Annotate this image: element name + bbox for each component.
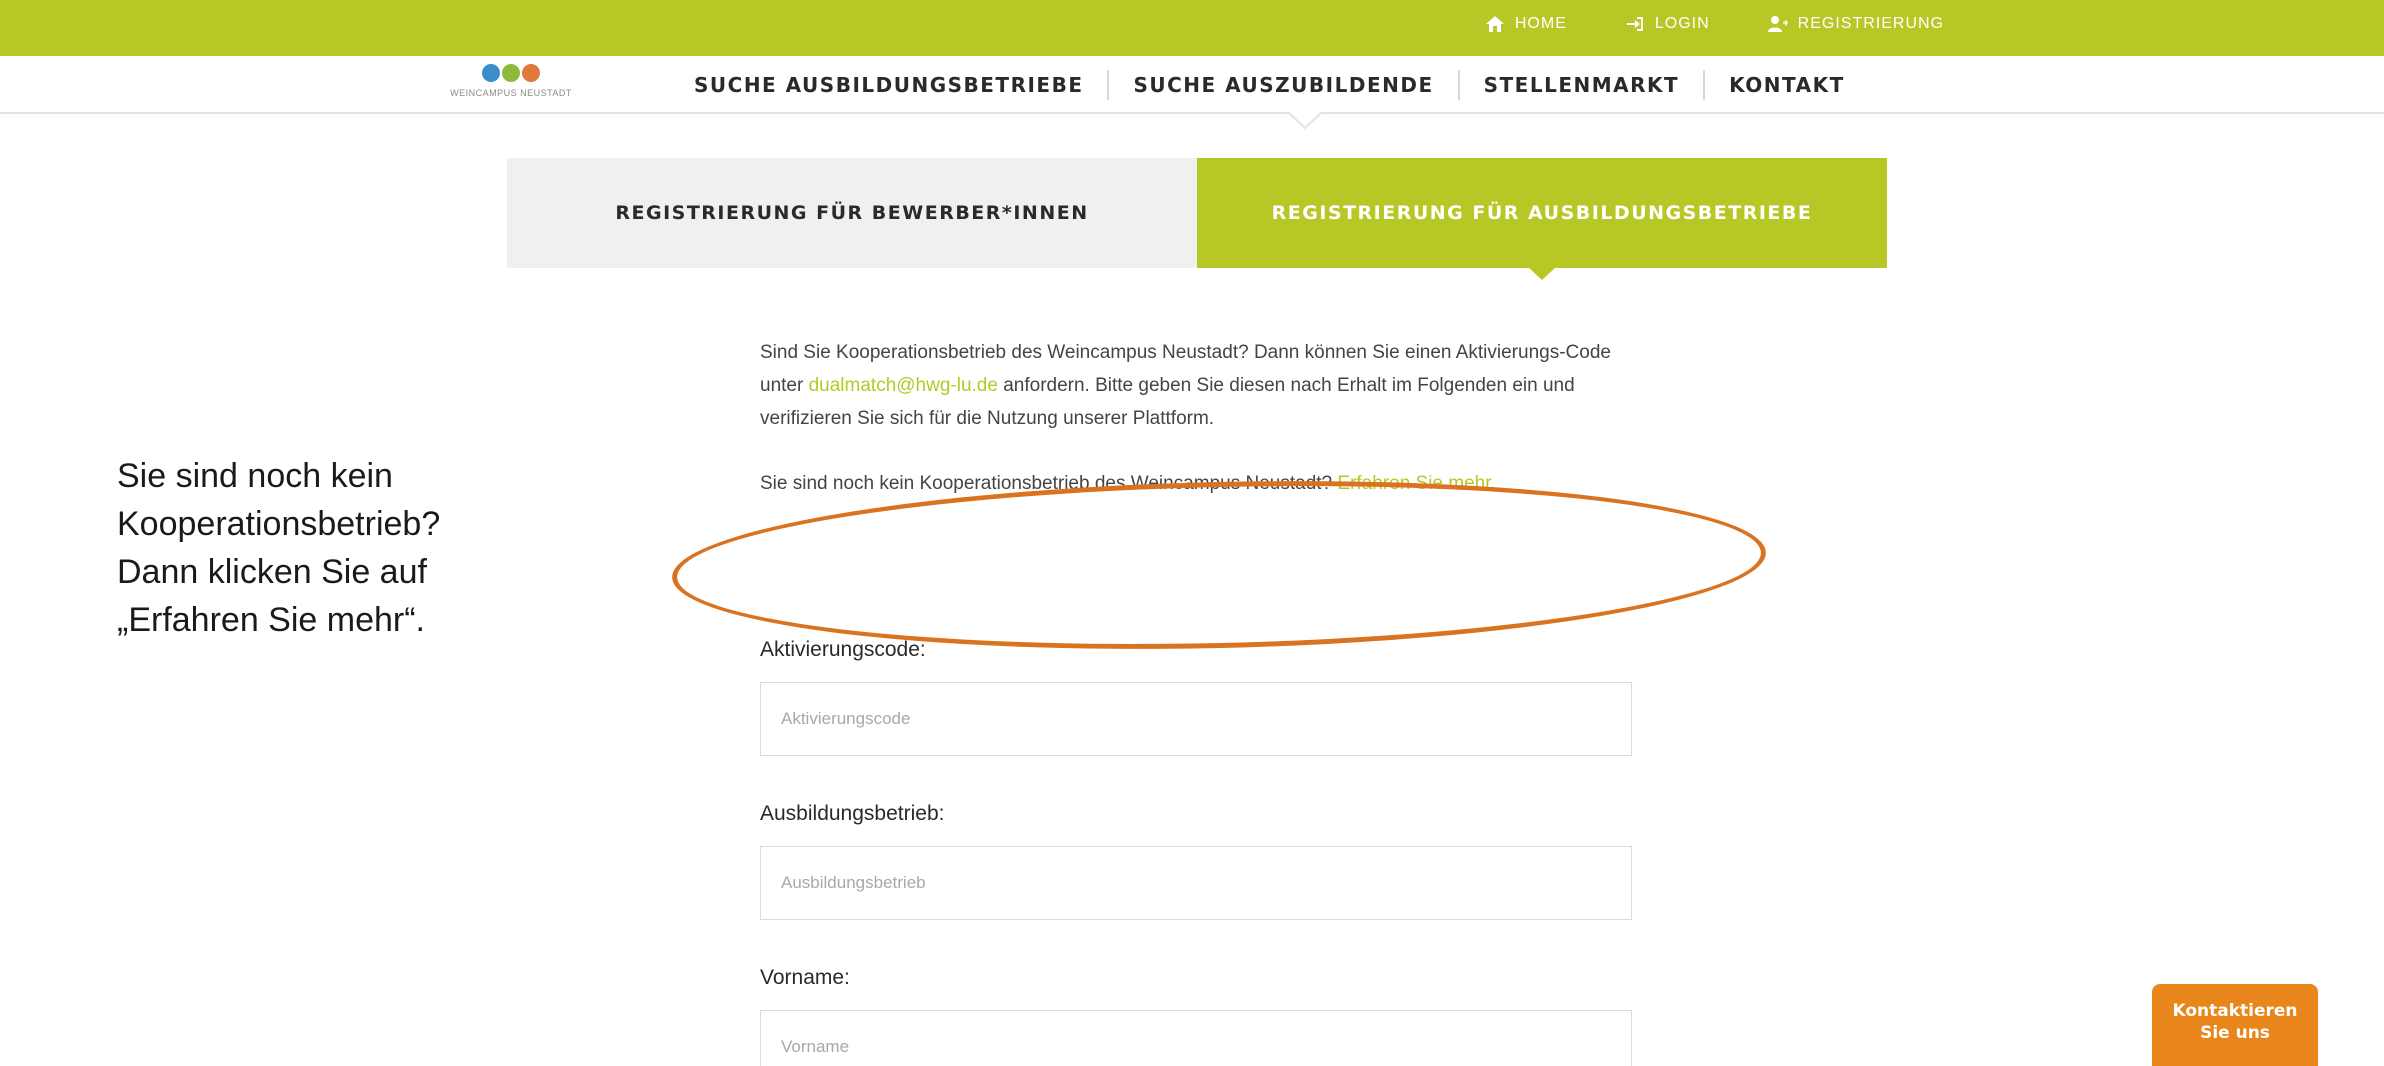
activation-code-label: Aktivierungscode: xyxy=(760,638,926,661)
login-link[interactable]: LOGIN xyxy=(1625,14,1710,34)
learn-more-link[interactable]: Erfahren Sie mehr. xyxy=(1337,473,1495,494)
main-header: WEINCAMPUS NEUSTADT SUCHE AUSBILDUNGSBET… xyxy=(0,56,2384,114)
intro-content: Sind Sie Kooperationsbetrieb des Weincam… xyxy=(760,336,1640,500)
firstname-input[interactable] xyxy=(760,1010,1632,1066)
logo-circle-blue xyxy=(482,64,500,82)
annotation-line-3: Dann klicken Sie auf xyxy=(117,553,427,591)
activation-code-input[interactable] xyxy=(760,682,1632,756)
company-label: Ausbildungsbetrieb: xyxy=(760,802,945,825)
company-field: Ausbildungsbetrieb: xyxy=(760,802,1632,920)
email-link[interactable]: dualmatch@hwg-lu.de xyxy=(809,375,998,396)
register-link[interactable]: REGISTRIERUNG xyxy=(1767,14,1944,34)
annotation-line-2: Kooperationsbetrieb? xyxy=(117,505,441,543)
registration-tabs: REGISTRIERUNG FÜR BEWERBER*INNEN REGISTR… xyxy=(507,158,1887,280)
tab-companies[interactable]: REGISTRIERUNG FÜR AUSBILDUNGSBETRIEBE xyxy=(1197,158,1887,280)
nav-search-companies[interactable]: SUCHE AUSBILDUNGSBETRIEBE xyxy=(694,70,1110,100)
top-nav: HOME LOGIN REGISTRIERUNG xyxy=(1485,14,1944,34)
nav-search-trainees[interactable]: SUCHE AUSZUBILDENDE xyxy=(1109,70,1460,100)
home-link[interactable]: HOME xyxy=(1485,14,1567,34)
weincampus-logo[interactable]: WEINCAMPUS NEUSTADT xyxy=(426,60,596,112)
firstname-label: Vorname: xyxy=(760,966,850,989)
logo-circle-green xyxy=(502,64,520,82)
tab-applicants[interactable]: REGISTRIERUNG FÜR BEWERBER*INNEN xyxy=(507,158,1197,268)
home-icon xyxy=(1485,16,1504,32)
annotation-line-1: Sie sind noch kein xyxy=(117,457,393,495)
cooperation-paragraph: Sie sind noch kein Kooperationsbetrieb d… xyxy=(760,467,1640,500)
logo-circles xyxy=(482,64,540,82)
activation-code-field: Aktivierungscode: xyxy=(760,638,1632,756)
intro-paragraph: Sind Sie Kooperationsbetrieb des Weincam… xyxy=(760,336,1640,435)
contact-us-button[interactable]: Kontaktieren Sie uns xyxy=(2152,984,2318,1066)
register-label: REGISTRIERUNG xyxy=(1797,15,1944,32)
login-label: LOGIN xyxy=(1654,15,1710,32)
annotation-note: Sie sind noch kein Kooperationsbetrieb? … xyxy=(117,452,577,644)
sign-in-icon xyxy=(1626,17,1643,31)
nav-contact[interactable]: KONTAKT xyxy=(1705,70,1869,100)
nav-job-market[interactable]: STELLENMARKT xyxy=(1460,70,1706,100)
logo-circle-orange xyxy=(522,64,540,82)
company-input[interactable] xyxy=(760,846,1632,920)
nav-caret-icon xyxy=(1288,112,1322,130)
annotation-line-4: „Erfahren Sie mehr“. xyxy=(117,601,425,639)
main-nav: SUCHE AUSBILDUNGSBETRIEBE SUCHE AUSZUBIL… xyxy=(694,56,1869,114)
contact-button-line-2: Sie uns xyxy=(2200,1023,2270,1043)
firstname-field: Vorname: xyxy=(760,966,1632,1066)
user-plus-icon xyxy=(1767,16,1788,32)
home-label: HOME xyxy=(1514,15,1567,32)
logo-tagline: WEINCAMPUS NEUSTADT xyxy=(450,88,572,98)
top-bar: HOME LOGIN REGISTRIERUNG xyxy=(0,0,2384,56)
contact-button-line-1: Kontaktieren xyxy=(2172,1001,2298,1021)
cooperation-text: Sie sind noch kein Kooperationsbetrieb d… xyxy=(760,473,1338,494)
